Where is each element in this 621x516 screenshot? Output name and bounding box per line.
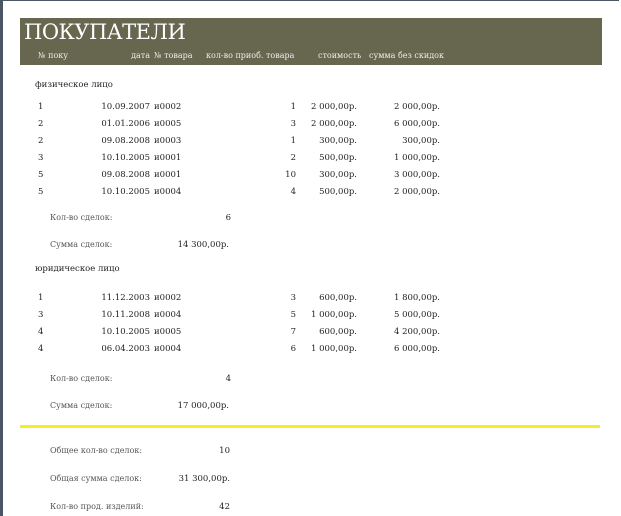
cell-date: 09.08.2008	[101, 170, 150, 180]
cell-cost: 2 000,00р.	[311, 119, 357, 129]
cell-buyer: 1	[38, 102, 44, 112]
cell-cost: 1 000,00р.	[311, 310, 357, 320]
cell-item: и0001	[154, 153, 182, 163]
cell-buyer: 2	[38, 119, 44, 129]
cell-qty: 1	[290, 136, 296, 146]
cell-item: и0004	[154, 344, 182, 354]
cell-sum: 5 000,00р.	[394, 310, 440, 320]
cell-date: 10.09.2007	[101, 102, 150, 112]
cell-date: 10.11.2008	[101, 310, 150, 320]
cell-sum: 300,00р.	[402, 136, 440, 146]
sum-value: 14 300,00р.	[177, 240, 229, 250]
cell-date: 01.01.2006	[101, 119, 150, 129]
cell-cost: 500,00р.	[319, 153, 357, 163]
cell-date: 10.10.2005	[101, 327, 150, 337]
cell-buyer: 4	[38, 327, 44, 337]
cell-qty: 7	[290, 327, 296, 337]
cell-item: и0001	[154, 170, 182, 180]
cell-qty: 6	[290, 344, 296, 354]
count-value: 4	[225, 374, 231, 384]
cell-cost: 300,00р.	[319, 170, 357, 180]
cell-sum: 1 000,00р.	[394, 153, 440, 163]
cell-sum: 2 000,00р.	[394, 187, 440, 197]
cell-buyer: 4	[38, 344, 44, 354]
group-header: физическое лицо	[35, 80, 113, 90]
cell-sum: 6 000,00р.	[394, 119, 440, 129]
cell-sum: 1 800,00р.	[394, 293, 440, 303]
cell-cost: 1 000,00р.	[311, 344, 357, 354]
report-page	[0, 0, 619, 516]
report-title: ПОКУПАТЕЛИ	[24, 20, 186, 44]
col-header-sum: сумма без скидок	[369, 51, 444, 60]
cell-qty: 2	[290, 153, 296, 163]
sum-label: Сумма сделок:	[50, 401, 113, 410]
col-header-date: дата	[131, 51, 150, 60]
cell-buyer: 5	[38, 170, 44, 180]
cell-sum: 6 000,00р.	[394, 344, 440, 354]
total-label: Общее кол-во сделок:	[50, 446, 143, 455]
cell-item: и0005	[154, 327, 182, 337]
cell-sum: 2 000,00р.	[394, 102, 440, 112]
sum-label: Сумма сделок:	[50, 240, 113, 249]
cell-qty: 3	[290, 119, 296, 129]
cell-qty: 1	[290, 102, 296, 112]
total-value: 42	[219, 502, 230, 512]
sum-value: 17 000,00р.	[177, 401, 229, 411]
cell-date: 10.10.2005	[101, 153, 150, 163]
total-label: Общая сумма сделок:	[50, 474, 142, 483]
cell-sum: 3 000,00р.	[394, 170, 440, 180]
cell-date: 10.10.2005	[101, 187, 150, 197]
cell-buyer: 3	[38, 153, 44, 163]
cell-cost: 300,00р.	[319, 136, 357, 146]
cell-cost: 600,00р.	[319, 293, 357, 303]
cell-buyer: 5	[38, 187, 44, 197]
total-value: 31 300,00р.	[178, 474, 230, 484]
cell-qty: 3	[290, 293, 296, 303]
separator-line	[20, 425, 600, 428]
cell-date: 06.04.2003	[101, 344, 150, 354]
cell-qty: 5	[290, 310, 296, 320]
count-label: Кол-во сделок:	[50, 374, 113, 383]
col-header-buyer: № поку	[38, 51, 68, 60]
cell-item: и0004	[154, 310, 182, 320]
cell-item: и0003	[154, 136, 182, 146]
cell-buyer: 2	[38, 136, 44, 146]
count-value: 6	[225, 213, 231, 223]
cell-cost: 600,00р.	[319, 327, 357, 337]
col-header-item: № товара	[154, 51, 193, 60]
total-label: Кол-во прод. изделий:	[50, 502, 144, 511]
cell-item: и0004	[154, 187, 182, 197]
col-header-cost: стоимость	[318, 51, 362, 60]
cell-date: 09.08.2008	[101, 136, 150, 146]
cell-item: и0002	[154, 293, 182, 303]
cell-item: и0002	[154, 102, 182, 112]
cell-item: и0005	[154, 119, 182, 129]
cell-buyer: 1	[38, 293, 44, 303]
cell-qty: 10	[285, 170, 296, 180]
cell-cost: 2 000,00р.	[311, 102, 357, 112]
cell-sum: 4 200,00р.	[394, 327, 440, 337]
cell-date: 11.12.2003	[101, 293, 150, 303]
count-label: Кол-во сделок:	[50, 213, 113, 222]
col-header-qty: кол-во приоб. товара	[206, 51, 295, 60]
cell-qty: 4	[290, 187, 296, 197]
cell-buyer: 3	[38, 310, 44, 320]
cell-cost: 500,00р.	[319, 187, 357, 197]
total-value: 10	[219, 446, 230, 456]
group-header: юридическое лицо	[35, 264, 120, 274]
